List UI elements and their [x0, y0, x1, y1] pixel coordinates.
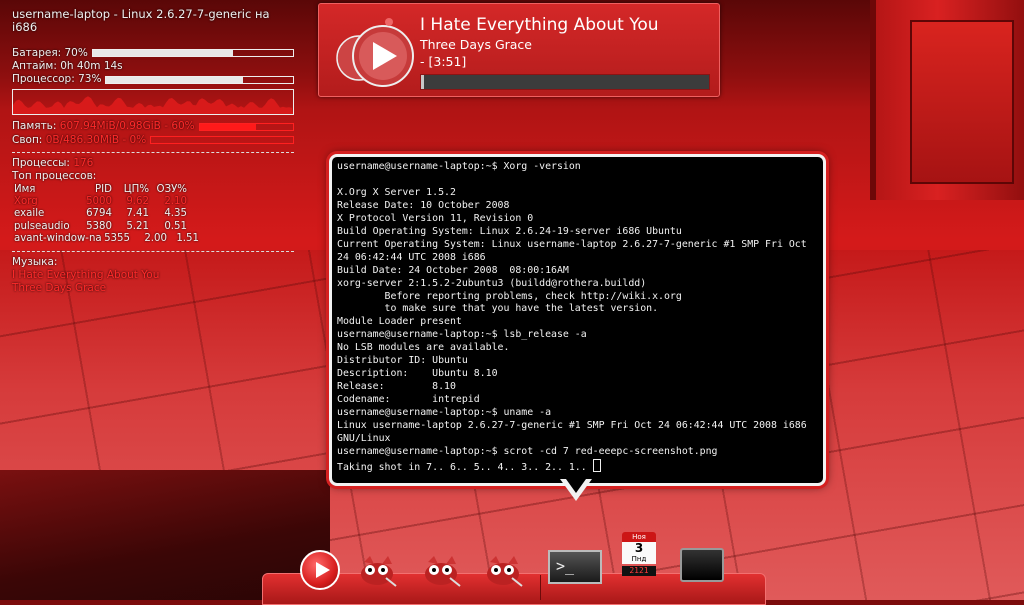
now-playing-popup[interactable]: I Hate Everything About You Three Days G… — [318, 3, 720, 97]
memory-bar — [198, 123, 294, 132]
terminal-output[interactable]: username@username-laptop:~$ Xorg -versio… — [332, 157, 823, 475]
monitor-icon[interactable] — [680, 548, 724, 582]
track-duration: - [3:51] — [420, 54, 467, 69]
process-name: exaile — [14, 208, 45, 220]
clock-display: 2121 — [622, 566, 656, 576]
col-mem: ОЗУ% — [156, 183, 187, 195]
process-cpu: 5.21 — [126, 220, 149, 232]
cpu-graph — [12, 89, 294, 116]
cpu-row: Процессор: 73% — [12, 73, 294, 86]
uptime-label: Аптайм: 0h 40m 14s — [12, 59, 123, 72]
conky-monitor: username-laptop - Linux 2.6.27-7-generic… — [12, 7, 294, 296]
process-mem: 0.51 — [164, 220, 187, 232]
swap-label: Своп: — [12, 133, 43, 146]
process-table-header: Имя PID ЦП% ОЗУ% — [14, 184, 294, 196]
processes-value: 176 — [73, 157, 94, 170]
process-name: Xorg — [14, 196, 38, 208]
gimp-icon[interactable] — [420, 554, 462, 588]
music-label: Музыка: — [12, 255, 58, 268]
terminal-cursor — [592, 458, 601, 472]
dock-separator — [540, 575, 541, 600]
process-mem: 1.51 — [176, 233, 199, 245]
calendar-page: 3 Пнд — [622, 542, 656, 564]
wallpaper-door — [870, 0, 1024, 200]
process-pid: 6794 — [86, 208, 112, 220]
cpu-graph-svg — [13, 96, 293, 115]
music-label-row: Музыка: — [12, 256, 294, 269]
process-cpu: 2.00 — [144, 233, 167, 245]
col-cpu: ЦП% — [123, 183, 149, 195]
cpu-bar — [105, 75, 294, 84]
process-pid: 5380 — [86, 220, 112, 232]
processes-row: Процессы: 176 — [12, 157, 294, 170]
terminal-window[interactable]: username@username-laptop:~$ Xorg -versio… — [329, 154, 826, 486]
process-cpu: 9.62 — [126, 196, 149, 208]
terminal-icon[interactable]: >_ — [548, 550, 602, 584]
process-cpu: 7.41 — [126, 208, 149, 220]
processes-label: Процессы: — [12, 157, 70, 170]
divider — [12, 152, 294, 154]
col-name: Имя — [14, 183, 36, 195]
top-processes-label: Топ процессов: — [12, 170, 97, 183]
calendar-day: 3 — [634, 541, 644, 555]
process-name: pulseaudio — [14, 220, 70, 232]
table-row: exaile 6794 7.41 4.35 — [14, 208, 294, 220]
battery-bar-fill — [92, 50, 233, 57]
terminal-pointer-inner — [566, 479, 586, 493]
battery-label: Батарея: 70% — [12, 46, 88, 59]
cpu-label: Процессор: 73% — [12, 73, 102, 86]
battery-bar — [91, 49, 294, 58]
process-mem: 4.35 — [164, 208, 187, 220]
table-row: avant-window-na 5355 2.00 1.51 — [14, 233, 294, 245]
track-artist: Three Days Grace — [420, 37, 532, 52]
music-title: I Hate Everything About You — [12, 269, 160, 281]
calendar-icon[interactable]: Ноя 3 Пнд 2121 — [622, 532, 656, 576]
gimp-icon[interactable] — [356, 554, 398, 588]
music-player-icon[interactable] — [300, 550, 340, 590]
col-pid: PID — [95, 183, 112, 195]
memory-value: 607.94MiB/0.98GiB - 60% — [59, 120, 195, 133]
album-art-icon — [336, 18, 414, 87]
swap-row: Своп: 0B/486.30MiB - 0% — [12, 134, 294, 147]
terminal-prompt-glyph: >_ — [556, 557, 575, 575]
process-pid: 5000 — [86, 196, 112, 208]
track-progress-bar[interactable] — [420, 74, 710, 90]
gimp-icon[interactable] — [482, 554, 524, 588]
swap-bar — [150, 136, 294, 145]
memory-row: Память: 607.94MiB/0.98GiB - 60% — [12, 120, 294, 133]
process-pid: 5355 — [104, 233, 130, 245]
calendar-weekday: Пнд — [631, 555, 647, 563]
music-title-row: I Hate Everything About You — [12, 269, 294, 282]
table-row: pulseaudio 5380 5.21 0.51 — [14, 221, 294, 233]
music-artist: Three Days Grace — [12, 282, 107, 295]
uptime-row: Аптайм: 0h 40m 14s — [12, 60, 294, 73]
conky-header: username-laptop - Linux 2.6.27-7-generic… — [12, 7, 270, 35]
top-processes-label-row: Топ процессов: — [12, 170, 294, 183]
divider — [12, 250, 294, 252]
memory-label: Память: — [12, 120, 57, 133]
process-table: Имя PID ЦП% ОЗУ% Xorg 5000 9.62 2.10 exa… — [14, 184, 294, 246]
memory-bar-fill — [199, 124, 256, 131]
battery-row: Батарея: 70% — [12, 47, 294, 60]
table-row: Xorg 5000 9.62 2.10 — [14, 196, 294, 208]
cpu-bar-fill — [106, 76, 243, 83]
process-mem: 2.10 — [164, 196, 187, 208]
track-title: I Hate Everything About You — [420, 15, 659, 35]
swap-value: 0B/486.30MiB - 0% — [45, 133, 147, 146]
process-name: avant-window-na — [14, 233, 102, 245]
music-artist-row: Three Days Grace — [12, 282, 294, 295]
track-progress-fill — [421, 75, 424, 89]
